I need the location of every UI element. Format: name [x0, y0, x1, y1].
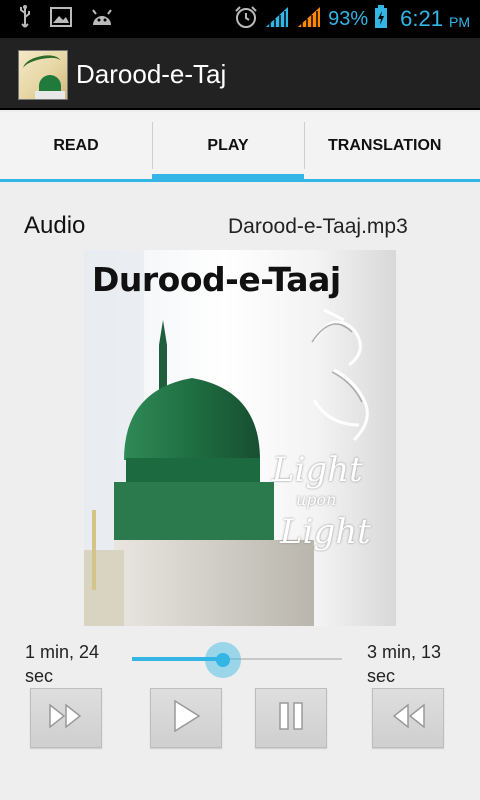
tab-read[interactable]: READ [0, 112, 152, 179]
elapsed-time: 1 min, 24 sec [25, 642, 100, 686]
section-label: Audio [24, 212, 86, 239]
tab-translation[interactable]: TRANSLATION [304, 112, 480, 179]
app-title: Darood-e-Taj [76, 59, 227, 89]
album-cover: Durood-e-Taaj Light upon Light [84, 250, 396, 626]
android-icon [90, 7, 114, 31]
play-button[interactable] [150, 688, 222, 748]
cover-caption-2: upon [296, 490, 337, 509]
signal-icon [264, 5, 290, 33]
seek-bar[interactable] [132, 642, 342, 678]
battery-icon [374, 5, 388, 33]
status-bar: 93% 6:21 PM [0, 0, 480, 38]
fast-forward-icon [46, 701, 86, 735]
cover-caption-1: Light [272, 450, 363, 490]
clock-ampm: PM [449, 14, 470, 30]
app-logo-icon[interactable] [18, 50, 68, 100]
signal-icon [296, 5, 322, 33]
alarm-icon [234, 5, 258, 33]
action-bar: Darood-e-Taj [0, 38, 480, 110]
image-icon [50, 7, 72, 31]
seek-thumb[interactable] [205, 642, 242, 678]
rewind-icon [388, 701, 428, 735]
tab-bar: READ PLAY TRANSLATION [0, 112, 480, 182]
usb-icon [18, 5, 32, 33]
tab-play[interactable]: PLAY [152, 112, 304, 182]
play-icon [169, 698, 203, 738]
pause-icon [274, 699, 308, 737]
clock: 6:21 [400, 6, 443, 31]
total-time: 3 min, 13 sec [367, 642, 442, 686]
cover-caption-3: Light [280, 512, 371, 552]
file-name: Darood-e-Taaj.mp3 [228, 215, 408, 238]
battery-percent: 93% [328, 7, 369, 30]
fast-forward-button[interactable] [30, 688, 102, 748]
rewind-button[interactable] [372, 688, 444, 748]
cover-title: Durood-e-Taaj [92, 260, 341, 299]
pause-button[interactable] [255, 688, 327, 748]
